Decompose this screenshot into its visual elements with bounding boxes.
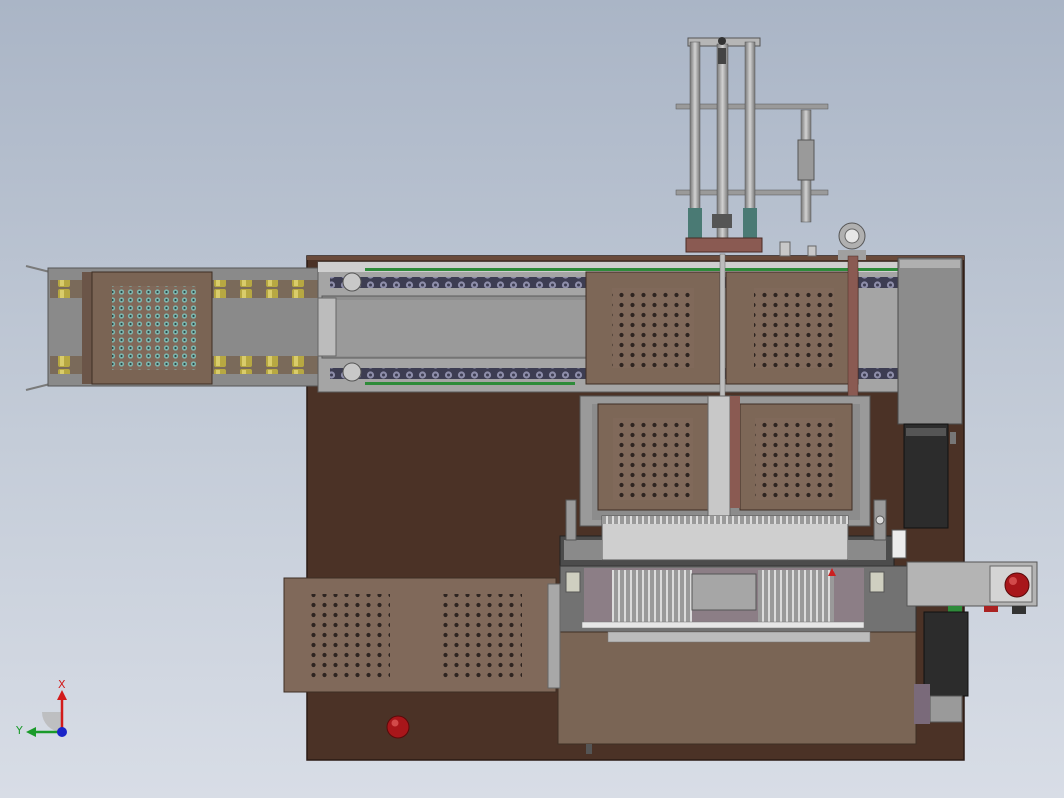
coordinate-triad: X Y <box>15 678 67 737</box>
tray-stacked[interactable] <box>739 403 853 511</box>
output-conveyor[interactable] <box>557 631 917 754</box>
y-axis-label: Y <box>15 724 23 737</box>
tray-on-conveyor[interactable] <box>725 271 859 385</box>
x-axis-label: X <box>58 678 66 691</box>
gripper-assembly[interactable] <box>559 565 917 635</box>
x-axis-arrow-icon <box>57 690 67 700</box>
tray-stacked[interactable] <box>597 403 713 511</box>
cad-viewport[interactable] <box>0 0 1064 798</box>
base-emergency-button[interactable] <box>386 715 410 739</box>
infeed-conveyor[interactable] <box>25 265 321 391</box>
drive-motor[interactable] <box>903 423 956 529</box>
z-axis-dot-icon <box>57 727 67 737</box>
tray-output-left[interactable] <box>283 577 561 693</box>
drive-housing[interactable] <box>897 257 963 425</box>
center-guide[interactable] <box>707 395 740 519</box>
y-axis-arrow-icon <box>26 727 36 737</box>
emergency-stop-button[interactable] <box>1004 572 1030 598</box>
tray-on-conveyor[interactable] <box>585 271 721 385</box>
